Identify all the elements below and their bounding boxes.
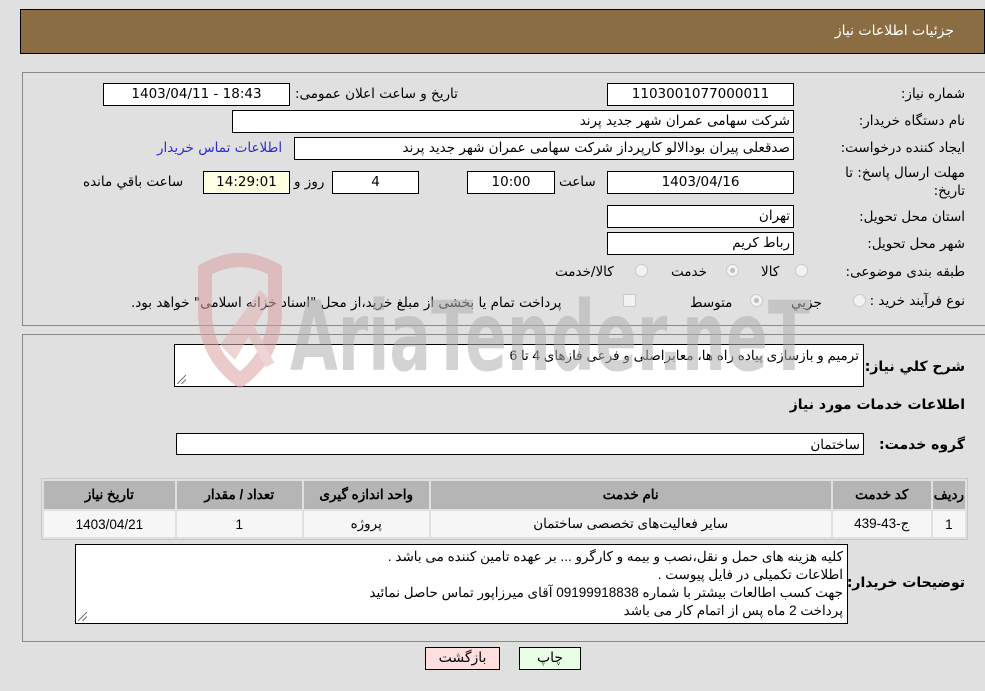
service-group-label: گروه خدمت:: [879, 437, 965, 453]
page-header: جزئیات اطلاعات نیاز: [20, 9, 985, 54]
city-field: رباط کریم: [607, 232, 794, 255]
purchase-type-radio-minor[interactable]: [853, 294, 866, 307]
col-row: ردیف: [932, 481, 965, 509]
treasury-checkbox[interactable]: [623, 294, 636, 307]
requester-field: صدقعلی پیران بودالالو کارپرداز شرکت سهام…: [294, 137, 794, 160]
col-unit: واحد اندازه گیری: [303, 481, 429, 509]
remaining-time-label: ساعت باقي مانده: [83, 174, 184, 190]
purchase-type-radio-medium[interactable]: [750, 294, 763, 307]
col-need-date: تاریخ نیاز: [44, 481, 175, 509]
description-text: ترمیم و بازسازی پیاده راه ها، معابراصلی …: [509, 348, 859, 363]
category-radio-goods[interactable]: [795, 264, 808, 277]
col-service-name: نام خدمت: [430, 481, 831, 509]
requester-label: ایجاد کننده درخواست:: [840, 140, 965, 156]
services-table: ردیف کد خدمت نام خدمت واحد اندازه گیری ت…: [41, 478, 968, 540]
announce-datetime-label: تاریخ و ساعت اعلان عمومی:: [295, 86, 458, 102]
category-radio-service[interactable]: [726, 264, 739, 277]
need-number-label: شماره نیاز:: [900, 86, 965, 102]
services-panel: شرح کلي نياز: ترمیم و بازسازی پیاده راه …: [22, 334, 985, 642]
deadline-label: مهلت ارسال پاسخ: تا تاریخ:: [845, 165, 965, 199]
cell-quantity: 1: [176, 511, 302, 537]
services-section-title: اطلاعات خدمات مورد نیاز: [789, 397, 965, 413]
deadline-time-field: 10:00: [467, 171, 555, 194]
buyer-org-field: شرکت سهامی عمران شهر جدید پرند: [232, 110, 794, 133]
description-textarea[interactable]: ترمیم و بازسازی پیاده راه ها، معابراصلی …: [174, 344, 864, 387]
province-field: تهران: [607, 205, 794, 228]
buyer-notes-line: پرداخت 2 ماه پس از اتمام کار می باشد: [623, 603, 843, 618]
cell-service-code: ج-43-439: [832, 511, 931, 537]
buyer-notes-line: کلیه هزینه های حمل و نقل،نصب و بیمه و کا…: [387, 549, 843, 564]
category-option-service: خدمت: [671, 264, 707, 280]
service-group-field: ساختمان: [176, 433, 864, 455]
remaining-days-field: 4: [332, 171, 419, 194]
purchase-type-label: نوع فرآیند خرید :: [869, 293, 965, 309]
resize-grip-icon[interactable]: [177, 375, 186, 384]
cell-need-date: 1403/04/21: [44, 511, 175, 537]
deadline-time-label: ساعت: [559, 174, 596, 190]
city-label: شهر محل تحویل:: [867, 236, 965, 252]
cell-row: 1: [932, 511, 965, 537]
buyer-notes-textarea[interactable]: کلیه هزینه های حمل و نقل،نصب و بیمه و کا…: [75, 544, 848, 624]
table-row: 1 ج-43-439 سایر فعالیت‌های تخصصی ساختمان…: [44, 511, 965, 537]
cell-unit: پروژه: [303, 511, 429, 537]
col-quantity: تعداد / مقدار: [176, 481, 302, 509]
need-number-field: 1103001077000011: [607, 83, 794, 106]
purchase-type-option-minor: جزيي: [791, 295, 822, 311]
page-title: جزئیات اطلاعات نیاز: [834, 23, 954, 39]
category-option-goods: کالا: [761, 264, 780, 280]
category-radio-goods-service[interactable]: [635, 264, 648, 277]
details-panel: شماره نیاز: 1103001077000011 تاریخ و ساع…: [22, 72, 985, 326]
cell-service-name: سایر فعالیت‌های تخصصی ساختمان: [430, 511, 831, 537]
col-service-code: کد خدمت: [832, 481, 931, 509]
resize-grip-icon[interactable]: [78, 612, 87, 621]
deadline-date-field: 1403/04/16: [607, 171, 794, 194]
days-label: روز و: [294, 174, 325, 190]
remaining-time-field: 14:29:01: [203, 171, 290, 194]
buyer-contact-link[interactable]: اطلاعات تماس خریدار: [157, 140, 282, 156]
buyer-org-label: نام دستگاه خریدار:: [858, 113, 965, 129]
announce-datetime-field: 1403/04/11 - 18:43: [103, 83, 290, 106]
buyer-notes-line: جهت کسب اطالعات بیشتر با شماره 091999188…: [369, 585, 843, 600]
buyer-notes-label: توضیحات خریدار:: [846, 575, 965, 591]
description-label: شرح کلي نياز:: [864, 359, 965, 375]
buyer-notes-line: اطلاعات تکمیلی در فایل پیوست .: [657, 567, 843, 582]
province-label: استان محل تحویل:: [859, 209, 965, 225]
back-button[interactable]: بازگشت: [425, 647, 500, 670]
treasury-note: پرداخت تمام یا بخشی از مبلغ خرید،از محل …: [131, 295, 562, 311]
category-label: طبقه بندی موضوعی:: [845, 264, 965, 280]
category-option-goods-service: کالا/خدمت: [555, 264, 614, 280]
purchase-type-option-medium: متوسط: [690, 295, 733, 311]
print-button[interactable]: چاپ: [519, 647, 581, 670]
table-header-row: ردیف کد خدمت نام خدمت واحد اندازه گیری ت…: [44, 481, 965, 509]
